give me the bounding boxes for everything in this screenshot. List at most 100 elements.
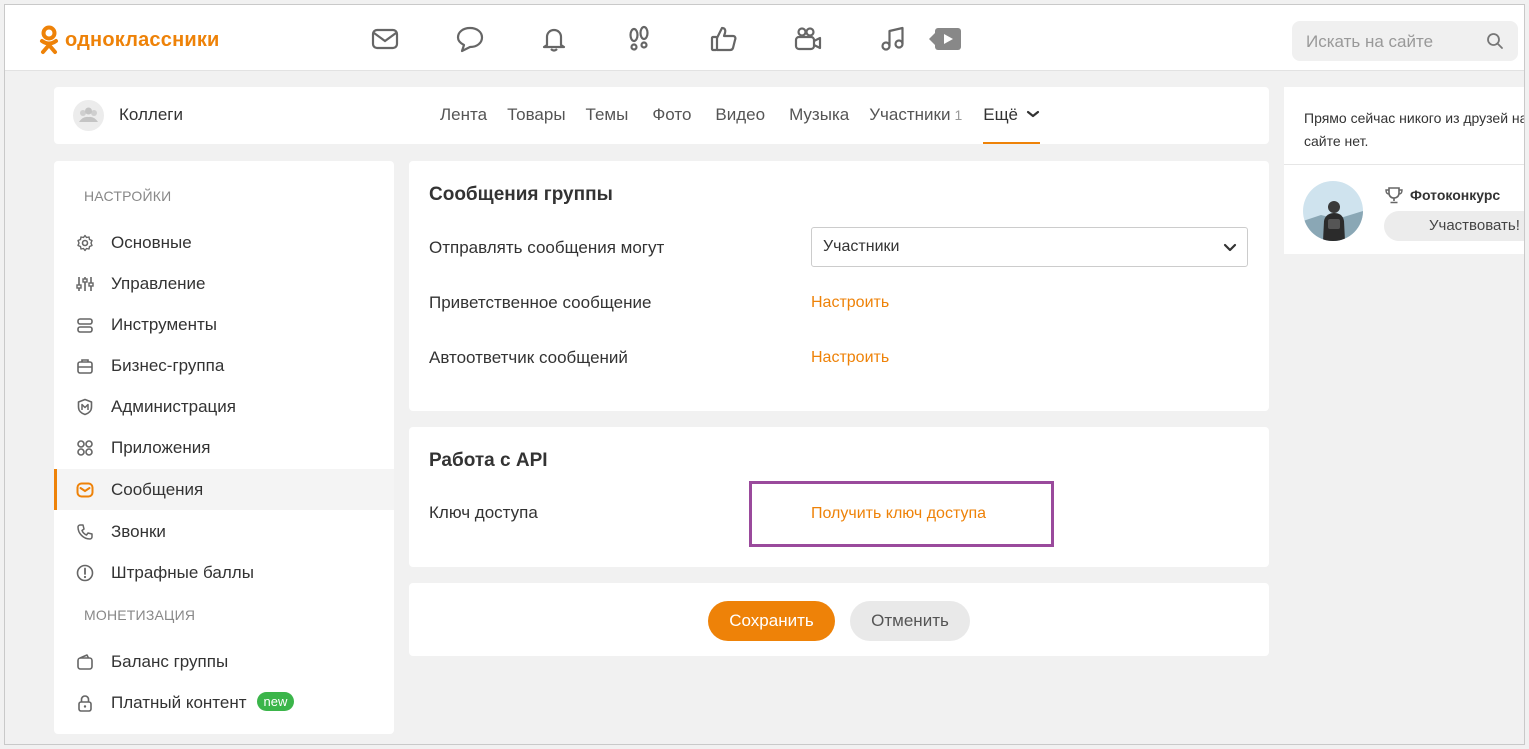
members-count: 1 [954, 107, 963, 123]
top-bar: одноклассники Искать на сайте [5, 5, 1524, 71]
sidebar-item-calls[interactable]: Звонки [54, 511, 394, 552]
warning-icon [76, 564, 94, 582]
ok-logo[interactable]: одноклассники [39, 25, 220, 55]
tab-more[interactable]: Ещё [983, 87, 1040, 144]
gear-icon [77, 234, 93, 252]
tab-label: Фото [652, 105, 692, 124]
sidebar-item-label: Инструменты [111, 314, 218, 334]
contest-title[interactable]: Фотоконкурс [1410, 187, 1500, 203]
like-icon[interactable] [709, 24, 739, 54]
sidebar-item-label: Баланс группы [111, 651, 229, 671]
apps-icon [77, 440, 93, 456]
autoreply-configure-link[interactable]: Настроить [811, 349, 889, 367]
tab-label: Темы [585, 105, 629, 124]
sidebar-item-label: Штрафные баллы [111, 562, 254, 582]
sidebar-item-balance[interactable]: Баланс группы [54, 641, 394, 682]
tab-label: Лента [440, 105, 488, 124]
tab-photos[interactable]: Фото [652, 87, 691, 144]
tab-members[interactable]: Участники 1 [869, 87, 962, 144]
phone-icon [77, 524, 93, 540]
divider [1284, 164, 1524, 165]
browser-frame: одноклассники Искать на сайте Коллеги Ле… [4, 4, 1525, 745]
right-column: Прямо сейчас никого из друзей на сайте н… [1284, 87, 1525, 254]
chevron-down-icon [1026, 110, 1039, 118]
sidebar-item-label: Бизнес-группа [111, 355, 225, 375]
trophy-icon [1385, 187, 1403, 204]
group-avatar[interactable] [73, 100, 104, 131]
tab-products[interactable]: Товары [507, 87, 565, 144]
who-can-send-label: Отправлять сообщения могут [429, 238, 665, 257]
sidebar-item-label: Звонки [111, 521, 166, 541]
footprints-icon[interactable] [624, 24, 654, 54]
mail-icon [76, 482, 94, 498]
panel-title: Сообщения группы [429, 184, 613, 205]
search-icon[interactable] [1486, 32, 1504, 50]
paid-content-label-wrap: Платный контент new [111, 692, 295, 713]
sidebar-item-label: Приложения [111, 437, 211, 457]
group-tabs: Лента Товары Темы Фото Видео Музыка Учас… [440, 87, 1060, 144]
search-input[interactable]: Искать на сайте [1292, 21, 1518, 61]
bell-icon[interactable] [539, 24, 569, 54]
wallet-icon [77, 654, 93, 670]
section-settings-heading: НАСТРОЙКИ [84, 188, 172, 204]
mail-icon[interactable] [370, 24, 400, 54]
friends-online-text: Прямо сейчас никого из друзей на сайте н… [1304, 110, 1525, 149]
tools-icon [77, 318, 93, 333]
group-name[interactable]: Коллеги [119, 105, 183, 125]
section-monetization-heading: МОНЕТИЗАЦИЯ [84, 607, 196, 623]
music-icon[interactable] [878, 24, 908, 54]
api-panel: Работа с API Ключ доступа Получить ключ … [409, 427, 1269, 567]
tab-label: Ещё [983, 105, 1019, 124]
tab-topics[interactable]: Темы [586, 87, 629, 144]
access-key-label: Ключ доступа [429, 503, 538, 522]
new-badge: new [256, 692, 295, 711]
sidebar-item-administration[interactable]: Администрация [54, 386, 394, 427]
tab-label: Музыка [789, 105, 850, 124]
sidebar-item-messages[interactable]: Сообщения [54, 469, 394, 510]
group-header: Коллеги Лента Товары Темы Фото Видео Муз… [54, 87, 1269, 144]
sidebar-item-label: Платный контент [111, 693, 247, 712]
sidebar-item-penalty[interactable]: Штрафные баллы [54, 552, 394, 593]
who-can-send-select[interactable]: Участники [811, 227, 1248, 267]
select-value: Участники [823, 238, 900, 255]
tab-label: Видео [715, 105, 766, 124]
photo-thumbnail [1303, 181, 1363, 241]
chevron-down-icon [1223, 243, 1237, 252]
welcome-message-label: Приветственное сообщение [429, 293, 652, 312]
sliders-icon [76, 277, 94, 291]
welcome-configure-link[interactable]: Настроить [811, 294, 889, 312]
cancel-button[interactable]: Отменить [850, 601, 970, 641]
contest-photo[interactable] [1303, 181, 1363, 241]
tab-feed[interactable]: Лента [440, 87, 487, 144]
sidebar-item-management[interactable]: Управление [54, 263, 394, 304]
sidebar-item-general[interactable]: Основные [54, 222, 394, 263]
sidebar-item-label: Сообщения [111, 479, 204, 499]
chat-icon[interactable] [455, 24, 485, 54]
video-camera-icon[interactable] [793, 24, 823, 54]
play-icon[interactable] [927, 24, 963, 54]
sidebar-item-label: Администрация [111, 396, 236, 416]
logo-text: одноклассники [65, 28, 220, 51]
group-messages-panel: Сообщения группы Отправлять сообщения мо… [409, 161, 1269, 411]
sidebar-item-label: Основные [111, 232, 192, 252]
moderator-icon [77, 398, 93, 416]
ok-logo-icon [40, 25, 58, 54]
settings-sidebar: НАСТРОЙКИ Основные Управление Инструмент [54, 161, 394, 734]
sidebar-item-business[interactable]: Бизнес-группа [54, 345, 394, 386]
tab-videos[interactable]: Видео [715, 87, 765, 144]
sidebar-item-apps[interactable]: Приложения [54, 427, 394, 468]
actions-panel: Сохранить Отменить [409, 583, 1269, 656]
tab-label: Участники [869, 105, 951, 124]
sidebar-item-paid-content[interactable]: Платный контент new [54, 682, 394, 723]
sidebar-item-tools[interactable]: Инструменты [54, 304, 394, 345]
tab-music[interactable]: Музыка [789, 87, 849, 144]
lock-icon [78, 695, 92, 712]
briefcase-icon [77, 359, 93, 374]
get-access-key-link[interactable]: Получить ключ доступа [811, 505, 986, 523]
save-button[interactable]: Сохранить [708, 601, 835, 641]
panel-title: Работа с API [429, 450, 548, 471]
group-people-icon [79, 107, 98, 122]
participate-button[interactable]: Участвовать! [1384, 211, 1524, 241]
autoreply-label: Автоответчик сообщений [429, 348, 628, 367]
search-placeholder: Искать на сайте [1306, 32, 1434, 51]
